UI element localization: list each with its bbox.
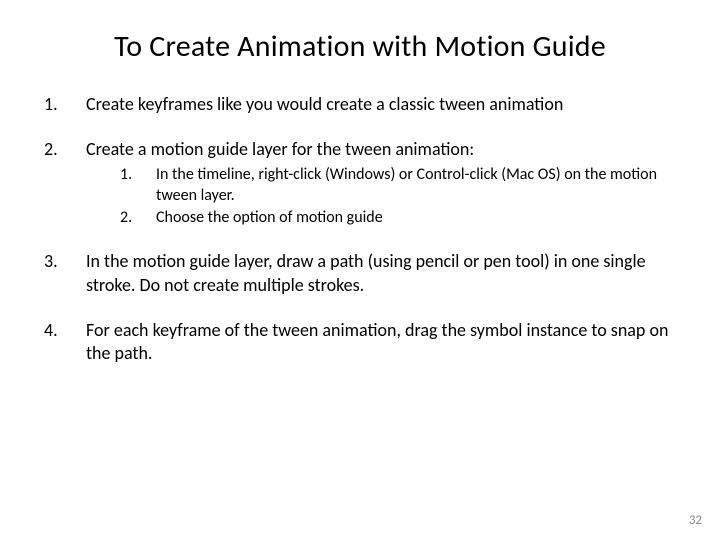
slide-title: To Create Animation with Motion Guide — [40, 28, 680, 65]
step-item: Create keyframes like you would create a… — [40, 93, 680, 116]
step-text: For each keyframe of the tween animation… — [86, 319, 668, 364]
step-text: In the motion guide layer, draw a path (… — [86, 250, 646, 295]
substep-text: Choose the option of motion guide — [156, 208, 383, 227]
step-item: Create a motion guide layer for the twee… — [40, 138, 680, 228]
substep-item: In the timeline, right-click (Windows) o… — [116, 165, 680, 206]
slide: To Create Animation with Motion Guide Cr… — [0, 0, 720, 540]
step-list: Create keyframes like you would create a… — [40, 93, 680, 365]
substep-text: In the timeline, right-click (Windows) o… — [156, 165, 657, 204]
step-item: In the motion guide layer, draw a path (… — [40, 250, 680, 296]
step-text: Create keyframes like you would create a… — [86, 93, 563, 115]
step-text: Create a motion guide layer for the twee… — [86, 138, 680, 161]
page-number: 32 — [689, 513, 702, 528]
substep-list: In the timeline, right-click (Windows) o… — [86, 165, 680, 228]
step-item: For each keyframe of the tween animation… — [40, 319, 680, 365]
substep-item: Choose the option of motion guide — [116, 208, 680, 228]
